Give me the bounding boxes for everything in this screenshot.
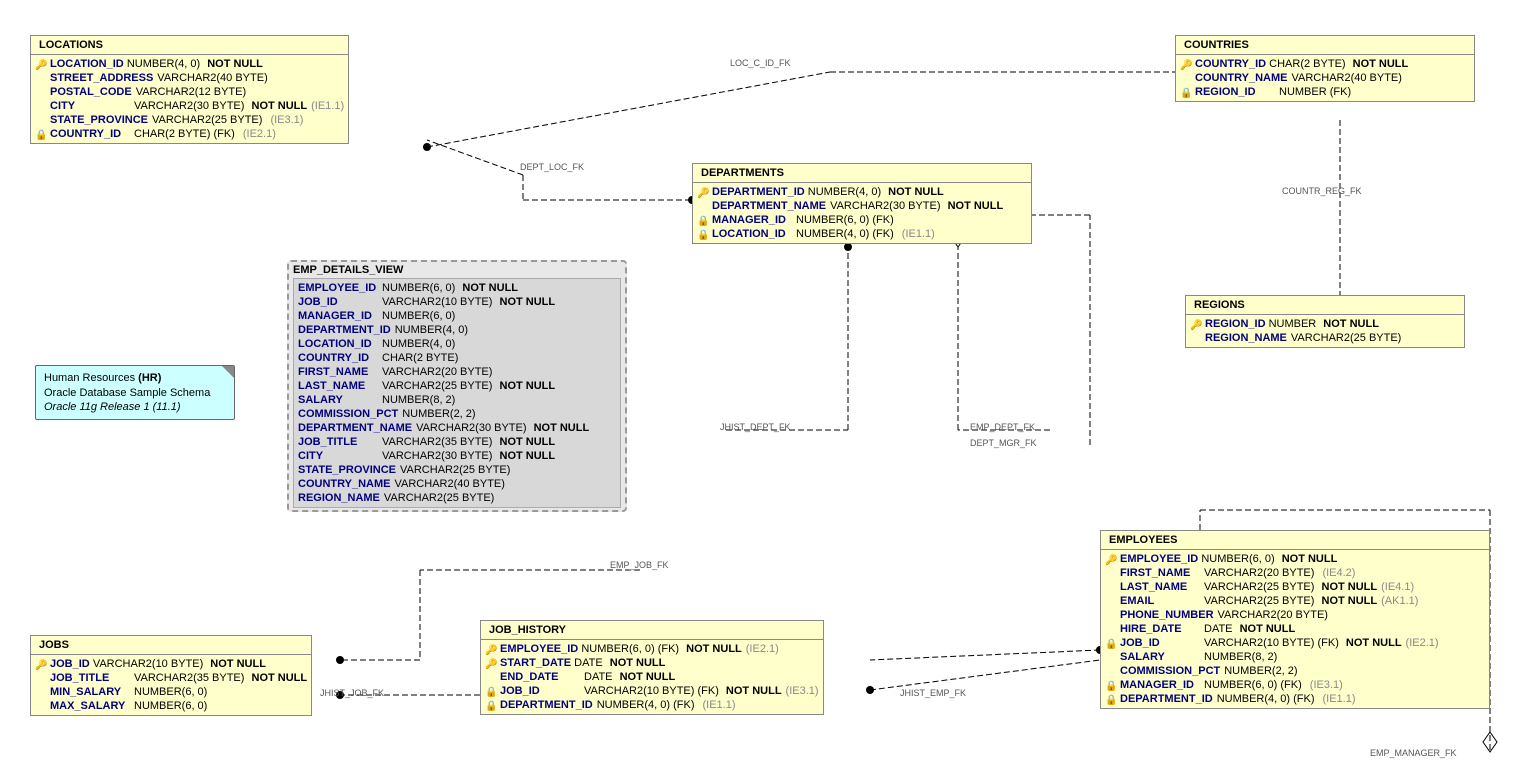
key-icon: 🔑 [35, 659, 47, 669]
table-row: 🔒 MANAGER_ID NUMBER(6, 0) (FK) (IE3.1) [1105, 678, 1485, 692]
fk-label-emp-dept: EMP_DEPT_FK [970, 422, 1035, 432]
fk-label-emp-job: EMP_JOB_FK [610, 560, 669, 570]
note-subtitle: Oracle Database Sample Schema [44, 387, 226, 399]
table-row: SALARY NUMBER(8, 2) [298, 393, 616, 407]
table-row: 🔒 MANAGER_ID NUMBER(6, 0) (FK) [697, 213, 1027, 227]
lock-icon: 🔒 [1105, 638, 1117, 648]
fk-label-emp-manager: EMP_MANAGER_FK [1370, 748, 1457, 758]
emp-details-view: EMP_DETAILS_VIEW EMPLOYEE_ID NUMBER(6, 0… [287, 260, 627, 512]
table-row: 🔒 DEPARTMENT_ID NUMBER(4, 0) (FK) (IE1.1… [485, 698, 819, 712]
lock-icon: 🔒 [697, 229, 709, 239]
table-row: 🔑 DEPARTMENT_ID NUMBER(4, 0) NOT NULL [697, 185, 1027, 199]
table-row: HIRE_DATE DATE NOT NULL [1105, 622, 1485, 636]
table-row: JOB_TITLE VARCHAR2(35 BYTE) NOT NULL [35, 671, 307, 685]
fk-label-jhist-emp: JHIST_EMP_FK [900, 688, 966, 698]
lock-icon: 🔒 [697, 215, 709, 225]
fk-label-jhist-dept: JHIST_DEPT_FK [720, 422, 791, 432]
locations-title: LOCATIONS [35, 38, 344, 52]
table-row: STATE_PROVINCE VARCHAR2(25 BYTE) (IE3.1) [35, 113, 344, 127]
table-row: FIRST_NAME VARCHAR2(20 BYTE) (IE4.2) [1105, 566, 1485, 580]
table-row: 🔒 LOCATION_ID NUMBER(4, 0) (FK) (IE1.1) [697, 227, 1027, 241]
table-row: 🔑 EMPLOYEE_ID NUMBER(6, 0) NOT NULL [1105, 552, 1485, 566]
table-row: 🔒 JOB_ID VARCHAR2(10 BYTE) (FK) NOT NULL… [485, 684, 819, 698]
key-icon: 🔑 [1190, 319, 1202, 329]
erd-diagram: LOCATIONS 🔑 LOCATION_ID NUMBER(4, 0) NOT… [0, 0, 1536, 760]
regions-table: REGIONS 🔑 REGION_ID NUMBER NOT NULL REGI… [1185, 295, 1465, 348]
lock-icon: 🔒 [485, 686, 497, 696]
table-row: 🔑 EMPLOYEE_ID NUMBER(6, 0) (FK) NOT NULL… [485, 642, 819, 656]
lock-icon: 🔒 [1180, 87, 1192, 97]
lock-icon: 🔒 [1105, 694, 1117, 704]
table-row: 🔒 JOB_ID VARCHAR2(10 BYTE) (FK) NOT NULL… [1105, 636, 1485, 650]
table-row: SALARY NUMBER(8, 2) [1105, 650, 1485, 664]
key-icon: 🔑 [1180, 59, 1192, 69]
lock-icon: 🔒 [1105, 680, 1117, 690]
job-history-title: JOB_HISTORY [485, 623, 819, 637]
table-row: 🔒 DEPARTMENT_ID NUMBER(4, 0) (FK) (IE1.1… [1105, 692, 1485, 706]
table-row: DEPARTMENT_ID NUMBER(4, 0) [298, 323, 616, 337]
jobs-table: JOBS 🔑 JOB_ID VARCHAR2(10 BYTE) NOT NULL… [30, 635, 312, 716]
regions-title: REGIONS [1190, 298, 1460, 312]
departments-title: DEPARTMENTS [697, 166, 1027, 180]
table-row: LAST_NAME VARCHAR2(25 BYTE) NOT NULL (IE… [1105, 580, 1485, 594]
departments-table: DEPARTMENTS 🔑 DEPARTMENT_ID NUMBER(4, 0)… [692, 163, 1032, 244]
employees-title: EMPLOYEES [1105, 533, 1485, 547]
table-row: FIRST_NAME VARCHAR2(20 BYTE) [298, 365, 616, 379]
table-row: COUNTRY_NAME VARCHAR2(40 BYTE) [1180, 71, 1470, 85]
table-row: COUNTRY_NAME VARCHAR2(40 BYTE) [298, 477, 616, 491]
lock-icon: 🔒 [485, 700, 497, 710]
table-row: 🔑 START_DATE DATE NOT NULL [485, 656, 819, 670]
table-row: JOB_TITLE VARCHAR2(35 BYTE) NOT NULL [298, 435, 616, 449]
table-row: COMMISSION_PCT NUMBER(2, 2) [298, 407, 616, 421]
fk-label-loc-c-id: LOC_C_ID_FK [730, 58, 791, 68]
fk-label-dept-loc: DEPT_LOC_FK [520, 162, 584, 172]
key-icon: 🔑 [485, 658, 497, 668]
note-title: Human Resources (HR) [44, 372, 226, 384]
table-row: PHONE_NUMBER VARCHAR2(20 BYTE) [1105, 608, 1485, 622]
fk-label-countr-reg: COUNTR_REG_FK [1282, 186, 1362, 196]
key-icon: 🔑 [1105, 554, 1117, 564]
table-row: DEPARTMENT_NAME VARCHAR2(30 BYTE) NOT NU… [298, 421, 616, 435]
view-title: EMP_DETAILS_VIEW [293, 264, 621, 276]
table-row: CITY VARCHAR2(30 BYTE) NOT NULL (IE1.1) [35, 99, 344, 113]
locations-table: LOCATIONS 🔑 LOCATION_ID NUMBER(4, 0) NOT… [30, 35, 349, 144]
table-row: 🔑 COUNTRY_ID CHAR(2 BYTE) NOT NULL [1180, 57, 1470, 71]
fk-label-dept-mgr: DEPT_MGR_FK [970, 438, 1037, 448]
table-row: 🔑 LOCATION_ID NUMBER(4, 0) NOT NULL [35, 57, 344, 71]
table-row: COUNTRY_ID CHAR(2 BYTE) [298, 351, 616, 365]
table-row: REGION_NAME VARCHAR2(25 BYTE) [1190, 331, 1460, 345]
fk-label-jhist-job: JHIST_JOB_FK [320, 688, 384, 698]
table-row: COMMISSION_PCT NUMBER(2, 2) [1105, 664, 1485, 678]
jobs-title: JOBS [35, 638, 307, 652]
key-icon: 🔑 [35, 59, 47, 69]
table-row: REGION_NAME VARCHAR2(25 BYTE) [298, 491, 616, 505]
table-row: END_DATE DATE NOT NULL [485, 670, 819, 684]
table-row: MIN_SALARY NUMBER(6, 0) [35, 685, 307, 699]
table-row: POSTAL_CODE VARCHAR2(12 BYTE) [35, 85, 344, 99]
table-row: MAX_SALARY NUMBER(6, 0) [35, 699, 307, 713]
countries-title: COUNTRIES [1180, 38, 1470, 52]
table-row: LAST_NAME VARCHAR2(25 BYTE) NOT NULL [298, 379, 616, 393]
table-row: EMPLOYEE_ID NUMBER(6, 0) NOT NULL [298, 281, 616, 295]
key-icon: 🔑 [697, 187, 709, 197]
countries-table: COUNTRIES 🔑 COUNTRY_ID CHAR(2 BYTE) NOT … [1175, 35, 1475, 102]
table-row: STREET_ADDRESS VARCHAR2(40 BYTE) [35, 71, 344, 85]
table-row: 🔑 REGION_ID NUMBER NOT NULL [1190, 317, 1460, 331]
table-row: 🔒 COUNTRY_ID CHAR(2 BYTE) (FK) (IE2.1) [35, 127, 344, 141]
table-row: JOB_ID VARCHAR2(10 BYTE) NOT NULL [298, 295, 616, 309]
table-row: 🔒 REGION_ID NUMBER (FK) [1180, 85, 1470, 99]
table-row: MANAGER_ID NUMBER(6, 0) [298, 309, 616, 323]
job-history-table: JOB_HISTORY 🔑 EMPLOYEE_ID NUMBER(6, 0) (… [480, 620, 824, 715]
table-row: LOCATION_ID NUMBER(4, 0) [298, 337, 616, 351]
table-row: 🔑 JOB_ID VARCHAR2(10 BYTE) NOT NULL [35, 657, 307, 671]
table-row: STATE_PROVINCE VARCHAR2(25 BYTE) [298, 463, 616, 477]
key-icon: 🔑 [485, 644, 497, 654]
table-row: CITY VARCHAR2(30 BYTE) NOT NULL [298, 449, 616, 463]
note-version: Oracle 11g Release 1 (11.1) [44, 401, 226, 413]
employees-table: EMPLOYEES 🔑 EMPLOYEE_ID NUMBER(6, 0) NOT… [1100, 530, 1490, 709]
table-row: DEPARTMENT_NAME VARCHAR2(30 BYTE) NOT NU… [697, 199, 1027, 213]
hr-note: Human Resources (HR) Oracle Database Sam… [35, 365, 235, 420]
lock-icon: 🔒 [35, 129, 47, 139]
table-row: EMAIL VARCHAR2(25 BYTE) NOT NULL (AK1.1) [1105, 594, 1485, 608]
